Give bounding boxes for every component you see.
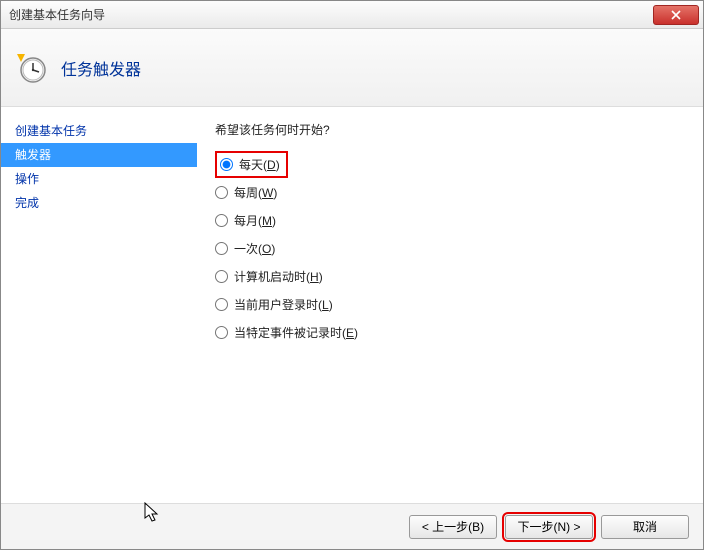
- task-clock-icon: [15, 52, 47, 84]
- option-once-row: 一次(O): [215, 234, 703, 262]
- option-logon-radio[interactable]: [215, 298, 228, 311]
- option-daily-radio[interactable]: [220, 158, 233, 171]
- wizard-header: 任务触发器: [1, 29, 703, 107]
- option-startup-label: 计算机启动时(H): [234, 268, 323, 285]
- option-once-radio[interactable]: [215, 242, 228, 255]
- option-event-label: 当特定事件被记录时(E): [234, 324, 358, 341]
- wizard-window: 创建基本任务向导 任务触发器 创建基本任务 触发器 操作 完成: [0, 0, 704, 550]
- next-button[interactable]: 下一步(N) >: [505, 515, 593, 539]
- cancel-button[interactable]: 取消: [601, 515, 689, 539]
- sidebar-item-trigger[interactable]: 触发器: [1, 143, 197, 167]
- sidebar-item-finish[interactable]: 完成: [1, 191, 197, 215]
- option-daily-row: 每天(D): [215, 150, 703, 178]
- option-event-row: 当特定事件被记录时(E): [215, 318, 703, 346]
- option-logon-row: 当前用户登录时(L): [215, 290, 703, 318]
- option-weekly-radio[interactable]: [215, 186, 228, 199]
- back-button[interactable]: < 上一步(B): [409, 515, 497, 539]
- option-monthly-radio[interactable]: [215, 214, 228, 227]
- titlebar: 创建基本任务向导: [1, 1, 703, 29]
- sidebar-item-action[interactable]: 操作: [1, 167, 197, 191]
- close-button[interactable]: [653, 5, 699, 25]
- option-startup-row: 计算机启动时(H): [215, 262, 703, 290]
- sidebar-item-create[interactable]: 创建基本任务: [1, 119, 197, 143]
- option-weekly-label: 每周(W): [234, 184, 277, 201]
- trigger-prompt: 希望该任务何时开始?: [215, 121, 703, 138]
- window-title: 创建基本任务向导: [9, 6, 105, 23]
- wizard-footer: < 上一步(B) 下一步(N) > 取消: [1, 503, 703, 549]
- option-logon-label: 当前用户登录时(L): [234, 296, 333, 313]
- wizard-body: 创建基本任务 触发器 操作 完成 希望该任务何时开始? 每天(D) 每周(W) …: [1, 107, 703, 503]
- option-startup-radio[interactable]: [215, 270, 228, 283]
- option-event-radio[interactable]: [215, 326, 228, 339]
- option-monthly-row: 每月(M): [215, 206, 703, 234]
- close-icon: [671, 10, 681, 20]
- wizard-content: 希望该任务何时开始? 每天(D) 每周(W) 每月(M) 一次(O): [197, 107, 703, 503]
- wizard-step-title: 任务触发器: [61, 56, 141, 80]
- option-once-label: 一次(O): [234, 240, 275, 257]
- option-daily-label: 每天(D): [239, 156, 280, 173]
- option-weekly-row: 每周(W): [215, 178, 703, 206]
- wizard-sidebar: 创建基本任务 触发器 操作 完成: [1, 107, 197, 503]
- option-monthly-label: 每月(M): [234, 212, 276, 229]
- option-daily-highlight: 每天(D): [215, 151, 288, 178]
